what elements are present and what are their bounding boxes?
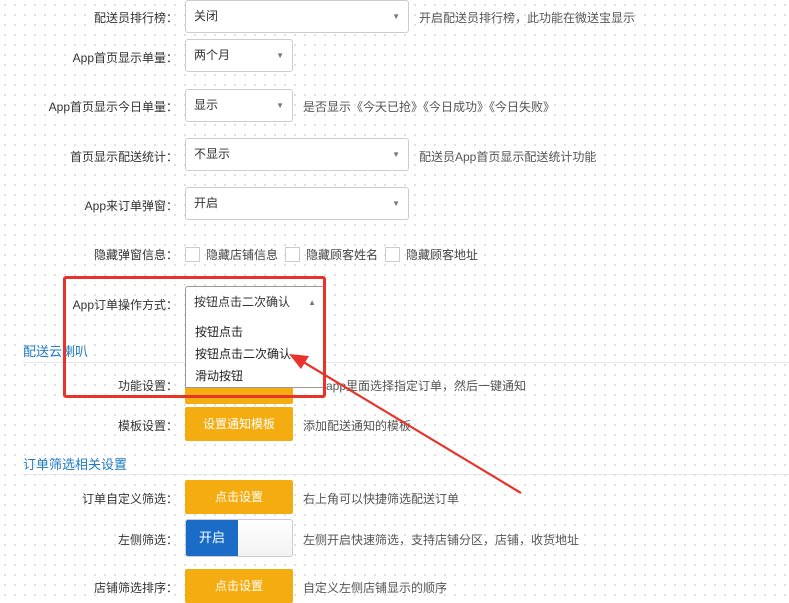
rank-help: 开启配送员排行榜，此功能在微送宝显示	[419, 11, 636, 25]
checkbox-hide-store-label: 隐藏店铺信息	[206, 248, 279, 262]
home-stats-label: 首页显示配送统计：	[69, 150, 178, 164]
rank-select[interactable]: 关闭 ▼	[185, 0, 409, 33]
rank-select-value: 关闭	[194, 9, 219, 23]
checkbox-hide-name[interactable]: 隐藏顾客姓名	[285, 246, 378, 263]
toggle-on-label: 开启	[186, 520, 238, 556]
home-stats-select[interactable]: 不显示 ▼	[185, 138, 409, 171]
today-count-help: 是否显示《今天已抢》《今日成功》《今日失败》	[303, 100, 556, 114]
set-template-button[interactable]: 设置通知模板	[185, 407, 293, 441]
custom-filter-help: 右上角可以快捷筛选配送订单	[303, 492, 460, 506]
home-stats-help: 配送员App首页显示配送统计功能	[419, 150, 597, 164]
store-sort-help: 自定义左侧店铺显示的顺序	[303, 581, 448, 595]
home-count-select[interactable]: 两个月 ▼	[185, 39, 293, 72]
left-filter-label: 左侧筛选：	[117, 533, 178, 547]
chevron-down-icon: ▼	[392, 12, 400, 21]
chevron-down-icon: ▼	[276, 101, 284, 110]
checkbox-icon	[385, 247, 400, 262]
custom-filter-button[interactable]: 点击设置	[185, 480, 293, 514]
today-count-select-value: 显示	[194, 98, 219, 112]
chevron-down-icon: ▼	[392, 199, 400, 208]
left-filter-help: 左侧开启快速筛选，支持店铺分区，店铺，收货地址	[303, 533, 580, 547]
today-count-select[interactable]: 显示 ▼	[185, 89, 293, 122]
checkbox-icon	[185, 247, 200, 262]
store-sort-button[interactable]: 点击设置	[185, 569, 293, 603]
today-count-label: App首页显示今日单量：	[48, 100, 178, 114]
store-sort-label: 店铺筛选排序：	[93, 581, 178, 595]
home-count-label: App首页显示单量：	[72, 51, 178, 65]
order-popup-label: App来订单弹窗：	[84, 199, 178, 213]
checkbox-hide-address-label: 隐藏顾客地址	[406, 248, 479, 262]
template-label: 模板设置：	[117, 419, 178, 433]
left-filter-toggle[interactable]: 开启	[185, 519, 293, 557]
template-help: 添加配送通知的模板	[303, 419, 412, 433]
hide-info-label: 隐藏弹窗信息：	[93, 248, 178, 262]
home-stats-select-value: 不显示	[194, 147, 231, 161]
annotation-highlight-box	[63, 276, 326, 398]
section-divider	[23, 474, 789, 475]
home-count-select-value: 两个月	[194, 48, 231, 62]
checkbox-hide-address[interactable]: 隐藏顾客地址	[385, 246, 478, 263]
function-help: app里面选择指定订单，然后一键通知	[326, 379, 527, 393]
order-popup-select-value: 开启	[194, 196, 219, 210]
checkbox-icon	[285, 247, 300, 262]
order-popup-select[interactable]: 开启 ▼	[185, 187, 409, 220]
custom-filter-label: 订单自定义筛选：	[81, 492, 178, 506]
section-title-filter: 订单筛选相关设置	[23, 457, 128, 472]
rank-label: 配送员排行榜：	[93, 11, 178, 25]
chevron-down-icon: ▼	[392, 150, 400, 159]
checkbox-hide-store[interactable]: 隐藏店铺信息	[185, 246, 278, 263]
chevron-down-icon: ▼	[276, 51, 284, 60]
checkbox-hide-name-label: 隐藏顾客姓名	[306, 248, 379, 262]
